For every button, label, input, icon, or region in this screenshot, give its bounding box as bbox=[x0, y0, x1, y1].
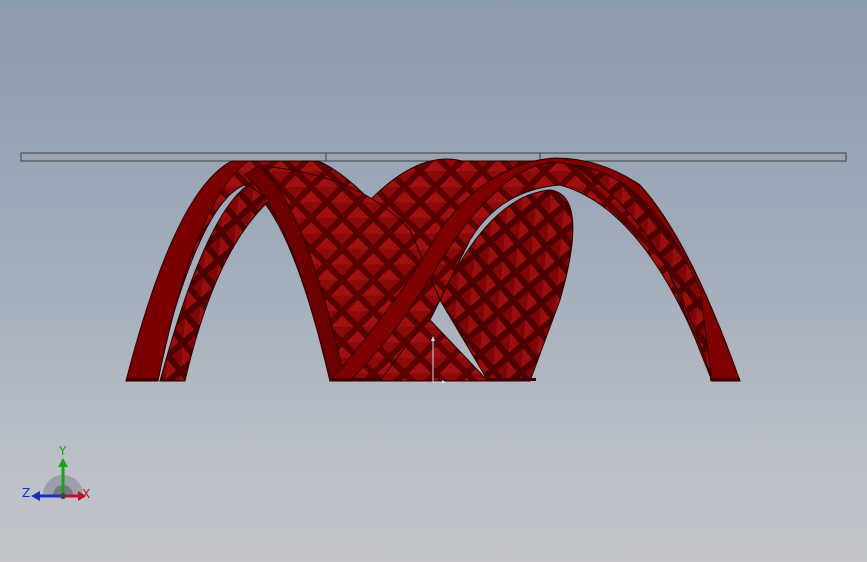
model-view[interactable] bbox=[0, 0, 867, 562]
graphics-viewport[interactable]: Y X Z bbox=[0, 0, 867, 562]
x-axis-label: X bbox=[82, 487, 90, 501]
z-axis-label: Z bbox=[22, 486, 30, 500]
glass-tabletop[interactable] bbox=[20, 152, 847, 162]
reference-triad[interactable]: Y X Z bbox=[18, 440, 98, 510]
y-axis-label: Y bbox=[58, 444, 67, 458]
